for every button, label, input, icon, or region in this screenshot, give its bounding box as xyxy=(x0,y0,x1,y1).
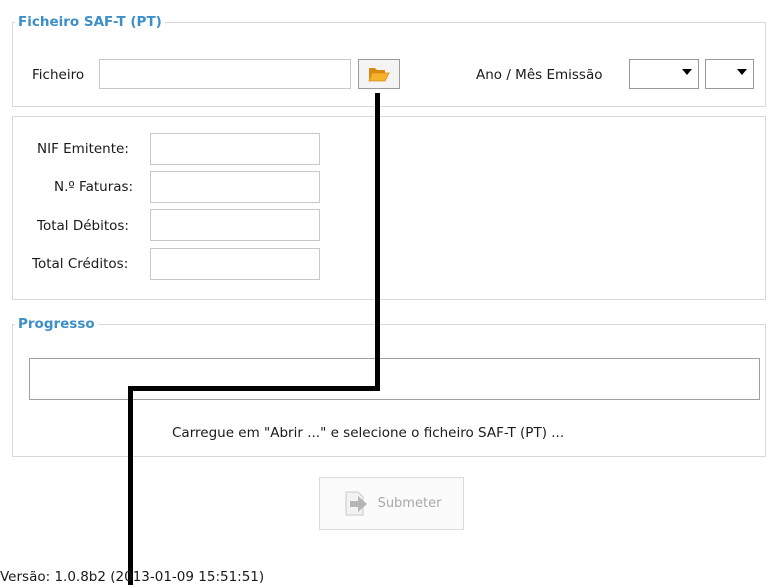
file-label: Ficheiro xyxy=(32,67,85,83)
version-text: Versão: 1.0.8b2 (2013-01-09 15:51:51) xyxy=(0,569,265,585)
progress-legend: Progresso xyxy=(15,316,98,332)
annotation-line-vertical-bottom xyxy=(128,386,133,585)
open-file-button[interactable] xyxy=(358,59,400,89)
year-select[interactable] xyxy=(629,59,699,89)
credits-field xyxy=(150,248,320,280)
file-path-input[interactable] xyxy=(99,59,351,89)
nif-label: NIF Emitente: xyxy=(37,141,129,157)
annotation-line-vertical-top xyxy=(375,93,380,391)
month-select[interactable] xyxy=(705,59,754,89)
credits-label: Total Créditos: xyxy=(32,256,129,272)
submit-arrow-icon xyxy=(345,491,367,515)
chevron-down-icon xyxy=(682,69,692,75)
progress-bar xyxy=(29,358,760,400)
period-label: Ano / Mês Emissão xyxy=(476,67,603,83)
nif-field xyxy=(150,133,320,165)
submit-button[interactable]: Submeter xyxy=(319,477,464,530)
debits-label: Total Débitos: xyxy=(37,218,129,234)
invoices-label: N.º Faturas: xyxy=(54,179,134,195)
invoices-field xyxy=(150,171,320,203)
annotation-line-horizontal xyxy=(128,386,380,391)
debits-field xyxy=(150,209,320,241)
chevron-down-icon xyxy=(737,69,747,75)
status-message: Carregue em "Abrir ..." e selecione o fi… xyxy=(172,425,565,441)
file-section-legend: Ficheiro SAF-T (PT) xyxy=(15,14,165,30)
submit-label: Submeter xyxy=(377,496,442,511)
folder-open-icon xyxy=(368,68,390,82)
